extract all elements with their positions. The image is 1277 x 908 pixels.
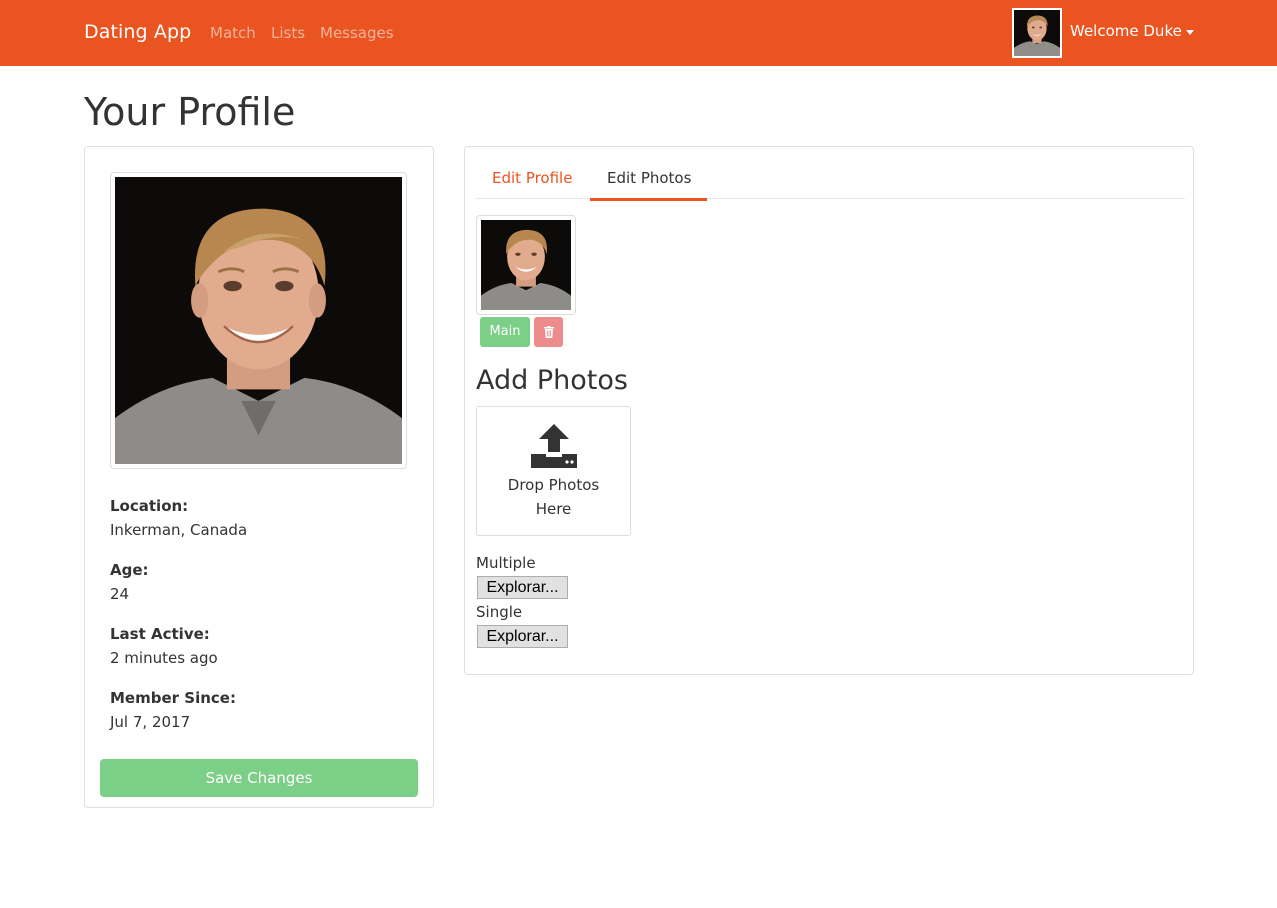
drop-text-line1: Drop Photos — [507, 476, 600, 494]
profile-photo — [110, 172, 407, 469]
avatar-photo — [1014, 10, 1060, 56]
drop-text-line2: Here — [535, 500, 572, 518]
add-photos-heading: Add Photos — [476, 365, 628, 396]
location-value: Inkerman, Canada — [110, 521, 248, 539]
delete-photo-button[interactable] — [534, 317, 563, 347]
tab-edit-photos[interactable]: Edit Photos — [607, 169, 691, 187]
avatar[interactable] — [1012, 8, 1062, 58]
drop-zone-text: Drop Photos Here — [477, 473, 630, 521]
age-value: 24 — [110, 585, 130, 603]
profile-card: Location: Inkerman, Canada Age: 24 Last … — [84, 146, 434, 808]
multiple-label: Multiple — [476, 554, 536, 572]
upload-icon — [531, 424, 577, 468]
photo-thumbnail — [476, 215, 576, 315]
nav-link-lists[interactable]: Lists — [271, 24, 305, 42]
navbar: Dating App Match Lists Messages Welcome … — [0, 0, 1277, 66]
age-label: Age: — [110, 561, 149, 579]
member-since-label: Member Since: — [110, 689, 236, 707]
single-label: Single — [476, 603, 523, 621]
member-since-value: Jul 7, 2017 — [110, 713, 191, 731]
tabs-divider — [475, 198, 1185, 199]
nav-link-match[interactable]: Match — [210, 24, 256, 42]
multiple-file-input[interactable]: Explorar... — [477, 576, 568, 599]
profile-photo-image — [115, 177, 402, 464]
set-main-button[interactable]: Main — [480, 317, 530, 347]
save-changes-button[interactable]: Save Changes — [100, 759, 418, 797]
photo-drop-zone[interactable]: Drop Photos Here — [476, 406, 631, 536]
single-file-input[interactable]: Explorar... — [477, 625, 568, 648]
welcome-dropdown[interactable]: Welcome Duke — [1070, 22, 1182, 40]
trash-icon — [543, 326, 554, 338]
location-label: Location: — [110, 497, 189, 515]
tab-edit-profile[interactable]: Edit Profile — [492, 169, 572, 187]
last-active-label: Last Active: — [110, 625, 210, 643]
page-title: Your Profile — [84, 90, 296, 134]
active-tab-indicator — [590, 198, 707, 201]
nav-link-messages[interactable]: Messages — [320, 24, 394, 42]
brand-link[interactable]: Dating App — [84, 21, 191, 43]
caret-down-icon[interactable] — [1186, 30, 1194, 35]
edit-card: Edit Profile Edit Photos Main Add Photos… — [464, 146, 1194, 675]
last-active-value: 2 minutes ago — [110, 649, 218, 667]
photo-thumbnail-image — [481, 220, 571, 310]
